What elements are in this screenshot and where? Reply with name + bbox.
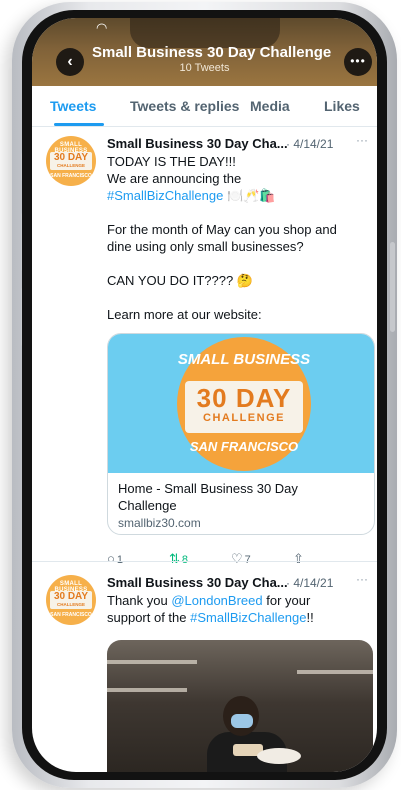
tweet-text-line: Thank you @LondonBreed for your xyxy=(107,593,310,608)
avatar-bottom-text: SAN FRANCISCO xyxy=(50,173,92,179)
hashtag-link[interactable]: #SmallBizChallenge xyxy=(190,610,306,625)
tweet-text-line: support of the #SmallBizChallenge!! xyxy=(107,610,314,625)
card-image: SMALL BUSINESS 30 DAY CHALLENGE SAN FRAN… xyxy=(108,334,374,473)
more-options-button[interactable]: ••• xyxy=(344,48,372,76)
tab-tweets-replies[interactable]: Tweets & replies xyxy=(130,98,239,114)
avatar[interactable]: SMALL BUSINESS 30 DAY CHALLENGE SAN FRAN… xyxy=(46,136,96,186)
tweet-text-line: TODAY IS THE DAY!!! xyxy=(107,154,236,169)
plate xyxy=(257,748,301,764)
active-tab-indicator xyxy=(54,123,104,126)
tweet-photo[interactable] xyxy=(107,640,373,772)
tweet-text-line: Learn more at our website: xyxy=(107,307,262,322)
face-mask xyxy=(231,714,253,728)
challenge-logo: SMALL BUSINESS 30 DAY CHALLENGE SAN FRAN… xyxy=(177,337,311,471)
logo-top-text: SMALL BUSINESS xyxy=(177,351,311,368)
like-button[interactable]: ♡ 7 xyxy=(231,551,251,567)
retweet-icon: ⇅ xyxy=(169,551,180,566)
tweet-divider xyxy=(32,561,377,562)
card-title: Home - Small Business 30 Day Challenge xyxy=(118,481,298,513)
avatar-number: 30 DAY xyxy=(53,152,89,163)
tweet-date[interactable]: · 4/14/21 xyxy=(286,576,333,590)
wifi-icon: ◠ xyxy=(96,20,108,35)
shelf xyxy=(297,670,373,674)
chevron-left-icon: ‹ xyxy=(67,53,73,70)
avatar-number: 30 DAY xyxy=(53,591,89,602)
profile-tabs: Tweets Tweets & replies Media Likes xyxy=(32,86,377,127)
retweet-count: 8 xyxy=(181,554,189,566)
shelf xyxy=(107,688,187,692)
tweet-text-line: We are announcing the xyxy=(107,171,242,186)
profile-title: Small Business 30 Day Challenge xyxy=(92,44,332,61)
link-preview-card[interactable]: SMALL BUSINESS 30 DAY CHALLENGE SAN FRAN… xyxy=(107,333,375,535)
tweet-text-line: dine using only small businesses? xyxy=(107,239,304,254)
card-url: smallbiz30.com xyxy=(118,516,201,530)
more-horizontal-icon: ••• xyxy=(350,54,366,68)
shelf xyxy=(107,660,197,664)
avatar-challenge: CHALLENGE xyxy=(57,602,85,607)
tweet-author-name[interactable]: Small Business 30 Day Cha... xyxy=(107,575,288,590)
share-icon: ⇧ xyxy=(293,551,304,566)
reply-icon: ○ xyxy=(107,551,115,566)
hashtag-link[interactable]: #SmallBizChallenge xyxy=(107,188,223,203)
emoji-group: 🍽️🥂🛍️ xyxy=(226,188,276,203)
tweet-text-line: CAN YOU DO IT???? 🤔 xyxy=(107,273,253,288)
retweet-button[interactable]: ⇅ 8 xyxy=(169,551,188,567)
tab-tweets[interactable]: Tweets xyxy=(50,98,96,114)
tweet-date[interactable]: · 4/14/21 xyxy=(286,137,333,151)
tweet-text: !! xyxy=(306,610,314,625)
tweet-more-button[interactable]: ··· xyxy=(356,572,368,586)
reply-button[interactable]: ○ 1 xyxy=(107,551,123,566)
like-count: 7 xyxy=(244,554,251,566)
avatar-bottom-text: SAN FRANCISCO xyxy=(50,612,92,618)
tab-likes[interactable]: Likes xyxy=(324,98,360,114)
heart-icon: ♡ xyxy=(231,551,243,566)
reply-count: 1 xyxy=(116,554,123,566)
logo-bottom-text: SAN FRANCISCO xyxy=(189,439,299,454)
mention-link[interactable]: @LondonBreed xyxy=(171,593,262,608)
tweet-author-name[interactable]: Small Business 30 Day Cha... xyxy=(107,136,288,151)
share-button[interactable]: ⇧ xyxy=(293,551,306,567)
tweet-text-line: #SmallBizChallenge 🍽️🥂🛍️ xyxy=(107,188,276,204)
tweet-text: for your xyxy=(262,593,311,608)
profile-header: ◠ ‹ Small Business 30 Day Challenge 10 T… xyxy=(32,18,377,86)
back-button[interactable]: ‹ xyxy=(56,48,84,76)
tab-media[interactable]: Media xyxy=(250,98,290,114)
phone-screen: ◠ ‹ Small Business 30 Day Challenge 10 T… xyxy=(32,18,377,772)
tweet[interactable]: SMALL BUSINESS 30 DAY CHALLENGE SAN FRAN… xyxy=(32,567,377,772)
tweet-text-line: For the month of May can you shop and xyxy=(107,222,337,237)
power-button xyxy=(390,242,395,332)
tweet-count: 10 Tweets xyxy=(179,62,230,74)
avatar-challenge: CHALLENGE xyxy=(57,163,85,168)
tweet-text: Thank you xyxy=(107,593,172,608)
logo-number: 30 DAY xyxy=(196,383,292,413)
avatar[interactable]: SMALL BUSINESS 30 DAY CHALLENGE SAN FRAN… xyxy=(46,575,96,625)
logo-challenge: CHALLENGE xyxy=(203,412,285,424)
tweet-more-button[interactable]: ··· xyxy=(356,133,368,147)
tweet-text: support of the xyxy=(107,610,191,625)
